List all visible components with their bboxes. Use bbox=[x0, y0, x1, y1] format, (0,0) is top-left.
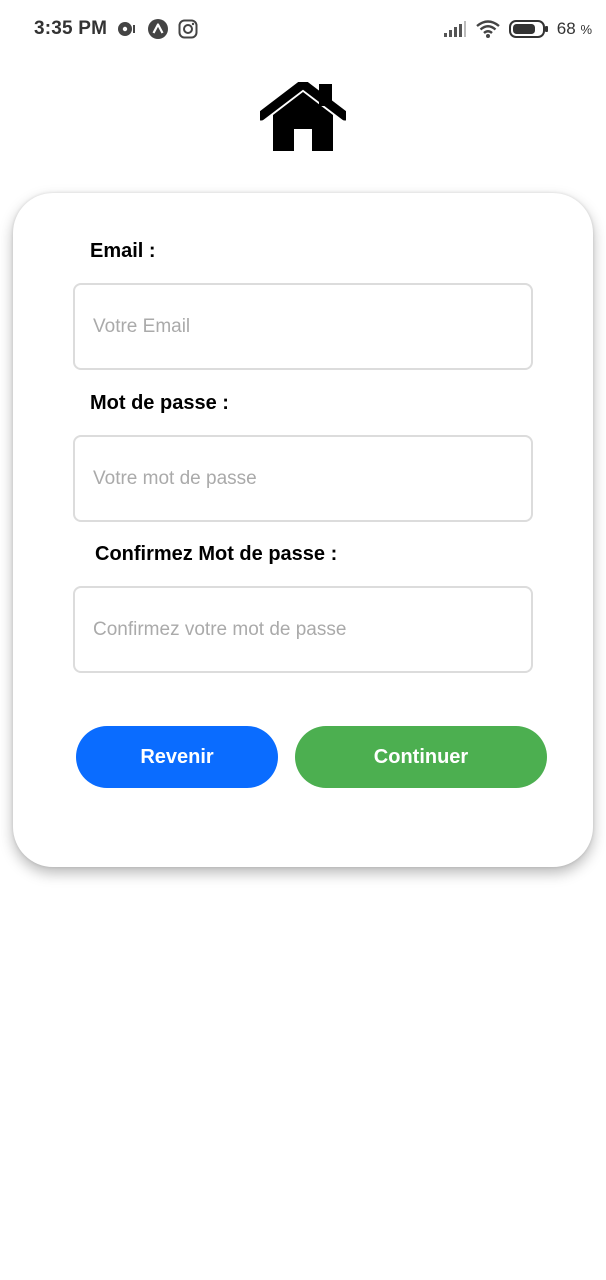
status-time: 3:35 PM bbox=[34, 18, 108, 39]
status-bar: 3:35 PM 68 % bbox=[0, 0, 606, 58]
signal-icon bbox=[443, 20, 467, 38]
email-field[interactable]: Votre Email bbox=[73, 283, 533, 370]
battery-percent: 68 % bbox=[556, 19, 592, 38]
continue-button[interactable]: Continuer bbox=[295, 726, 547, 788]
confirm-password-label: Confirmez Mot de passe : bbox=[95, 543, 338, 565]
back-button[interactable]: Revenir bbox=[76, 726, 278, 788]
instagram-icon bbox=[178, 19, 198, 39]
home-icon bbox=[256, 78, 350, 152]
email-label: Email : bbox=[90, 240, 156, 262]
signup-card: Email : Votre Email Mot de passe : Votre… bbox=[13, 193, 593, 867]
assistant-icon bbox=[147, 18, 169, 40]
password-field[interactable]: Votre mot de passe bbox=[73, 435, 533, 522]
wifi-icon bbox=[475, 19, 501, 39]
battery-icon bbox=[508, 19, 549, 39]
password-placeholder: Votre mot de passe bbox=[93, 467, 257, 489]
status-right: 68 % bbox=[443, 19, 592, 39]
email-placeholder: Votre Email bbox=[93, 315, 191, 337]
password-label: Mot de passe : bbox=[90, 392, 229, 414]
media-icon bbox=[116, 20, 138, 38]
status-left: 3:35 PM bbox=[34, 18, 198, 40]
confirm-password-placeholder: Confirmez votre mot de passe bbox=[93, 618, 347, 640]
confirm-password-field[interactable]: Confirmez votre mot de passe bbox=[73, 586, 533, 673]
